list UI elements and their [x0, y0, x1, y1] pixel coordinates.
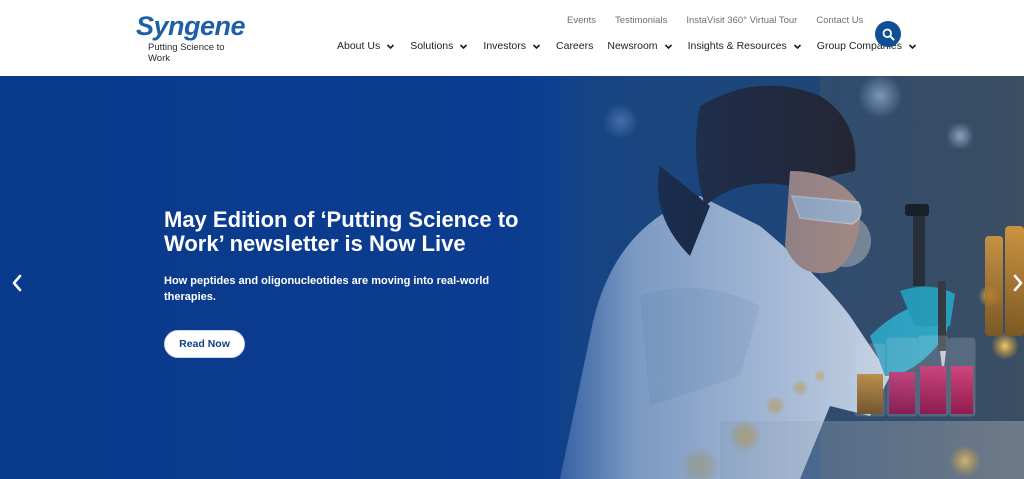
hero-banner: May Edition of ‘Putting Science to Work’… — [0, 76, 1024, 479]
logo-wordmark: Syngene — [136, 11, 246, 41]
chevron-right-icon — [1013, 274, 1023, 292]
util-link-testimonials[interactable]: Testimonials — [615, 15, 667, 29]
chevron-down-icon — [531, 41, 542, 52]
logo-tagline: Putting Science to Work — [148, 42, 225, 64]
chevron-down-icon — [792, 41, 803, 52]
util-link-contact-us[interactable]: Contact Us — [816, 15, 863, 29]
util-link-virtual-tour[interactable]: InstaVisit 360° Virtual Tour — [686, 15, 797, 29]
nav-label: About Us — [337, 40, 381, 52]
hero-text-block: May Edition of ‘Putting Science to Work’… — [164, 208, 544, 305]
nav-label: Careers — [556, 40, 594, 52]
nav-item-insights-resources[interactable]: Insights & Resources — [688, 40, 803, 52]
hero-subtitle: How peptides and oligonucleotides are mo… — [164, 275, 490, 303]
nav-item-careers[interactable]: Careers — [556, 40, 593, 52]
main-nav: About Us Solutions Investors Careers New… — [337, 38, 932, 54]
nav-label: Investors — [483, 40, 527, 52]
carousel-prev-button[interactable] — [9, 273, 25, 293]
hero-title: May Edition of ‘Putting Science to Work’… — [164, 207, 519, 256]
chevron-down-icon — [458, 41, 469, 52]
nav-label: Insights & Resources — [687, 40, 787, 52]
nav-label: Solutions — [410, 40, 454, 52]
nav-item-group-companies[interactable]: Group Companies — [817, 40, 918, 52]
chevron-down-icon — [907, 41, 918, 52]
chevron-down-icon — [385, 41, 396, 52]
site-header: Syngene Putting Science to Work Events T… — [0, 0, 1024, 76]
nav-label: Newsroom — [607, 40, 658, 52]
read-now-button[interactable]: Read Now — [164, 330, 245, 358]
chevron-left-icon — [12, 274, 22, 292]
search-button[interactable] — [875, 21, 901, 47]
nav-item-newsroom[interactable]: Newsroom — [607, 40, 673, 52]
util-link-events[interactable]: Events — [567, 15, 596, 29]
utility-nav: Events Testimonials InstaVisit 360° Virt… — [567, 15, 882, 29]
nav-item-about-us[interactable]: About Us — [337, 40, 396, 52]
nav-item-investors[interactable]: Investors — [483, 40, 542, 52]
carousel-next-button[interactable] — [1010, 273, 1024, 293]
chevron-down-icon — [663, 41, 674, 52]
nav-item-solutions[interactable]: Solutions — [410, 40, 469, 52]
search-icon — [882, 28, 895, 41]
syngene-logo[interactable]: Syngene Putting Science to Work — [136, 11, 246, 64]
